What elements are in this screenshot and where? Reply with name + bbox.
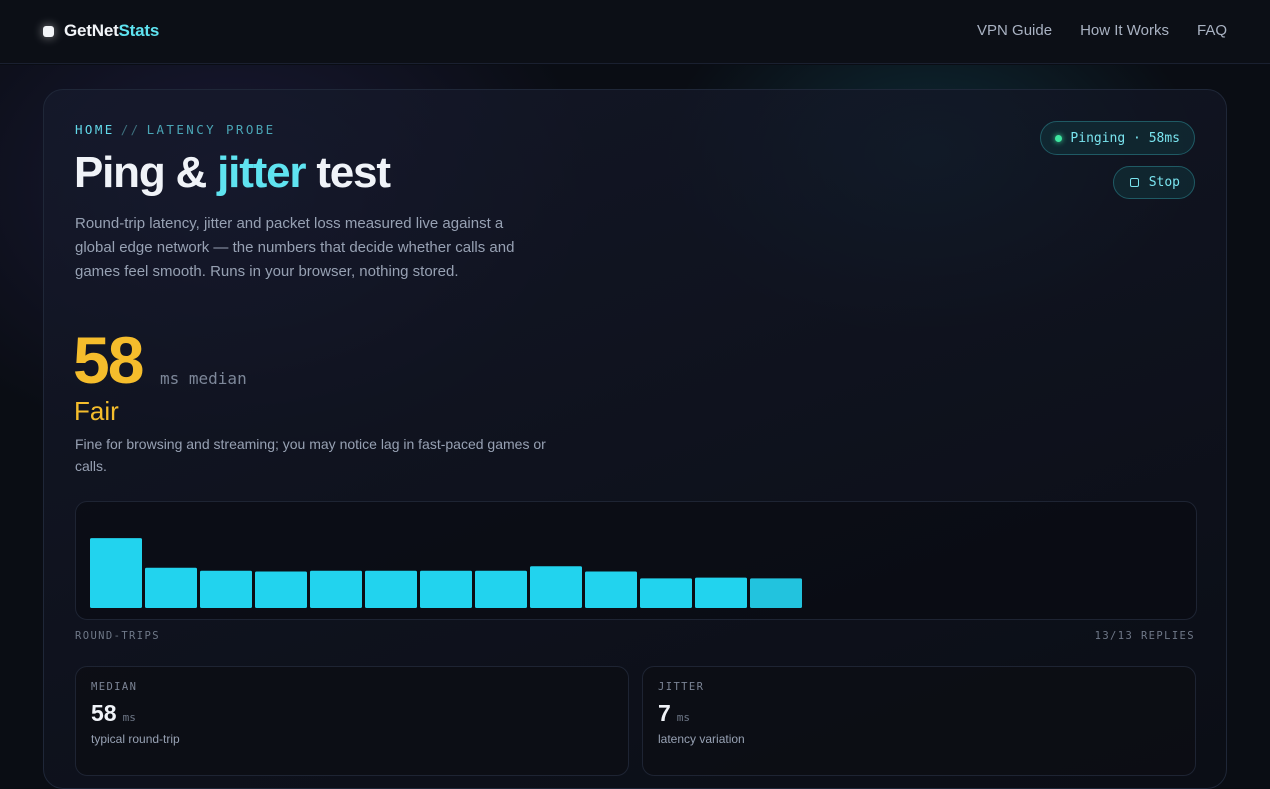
stat-value: 58 ms: [91, 700, 136, 727]
round-trip-bar: [310, 570, 362, 608]
brand-mark-icon: [43, 25, 54, 37]
page-title: Ping & jitter test: [74, 148, 391, 198]
nav-link-how-it-works[interactable]: How It Works: [1080, 22, 1169, 39]
round-trip-bar: [695, 577, 747, 608]
round-trip-bar: [90, 538, 142, 608]
round-trip-bar: [145, 567, 197, 608]
breadcrumb: HOME // LATENCY PROBE: [75, 122, 276, 137]
top-navigation-bar: GetNetStats VPN Guide How It Works FAQ: [0, 0, 1270, 64]
chart-caption-left: ROUND-TRIPS: [75, 630, 160, 642]
ping-status-badge: Pinging · 58ms: [1040, 121, 1195, 155]
round-trip-bar: [750, 578, 802, 608]
title-accent: jitter: [217, 148, 306, 197]
round-trip-bar: [420, 570, 472, 608]
title-part-2: test: [305, 148, 391, 197]
nav-link-faq[interactable]: FAQ: [1197, 22, 1227, 39]
stat-subtitle: typical round-trip: [91, 732, 180, 746]
main-nav: VPN Guide How It Works FAQ: [977, 22, 1227, 39]
stat-number: 7: [658, 700, 671, 726]
stop-square-icon: [1129, 178, 1139, 187]
breadcrumb-home[interactable]: HOME: [75, 122, 115, 137]
round-trip-bar: [255, 571, 307, 608]
round-trip-bar: [640, 578, 692, 608]
stat-label: JITTER: [658, 681, 705, 693]
stat-unit: ms: [676, 711, 691, 724]
round-trip-bar: [200, 570, 252, 608]
stop-button[interactable]: Stop: [1112, 166, 1195, 199]
nav-link-vpn-guide[interactable]: VPN Guide: [977, 22, 1052, 39]
ping-status-text: Pinging · 58ms: [1070, 130, 1180, 146]
live-dot-icon: [1055, 134, 1063, 142]
stop-button-label: Stop: [1148, 175, 1180, 190]
breadcrumb-current: LATENCY PROBE: [146, 122, 276, 137]
stat-subtitle: latency variation: [658, 732, 745, 746]
page-description: Round-trip latency, jitter and packet lo…: [75, 215, 515, 280]
round-trip-chart: [75, 501, 1197, 620]
round-trip-bars: [90, 538, 802, 608]
brand-name-part-2: Stats: [118, 21, 160, 40]
breadcrumb-separator: //: [120, 122, 141, 137]
stat-value: 7 ms: [658, 700, 690, 727]
median-latency-unit: ms median: [160, 369, 247, 388]
round-trip-bar: [585, 571, 637, 608]
round-trip-bar: [475, 570, 527, 608]
title-part-1: Ping &: [74, 148, 218, 197]
round-trip-bar: [530, 566, 582, 608]
stat-number: 58: [91, 700, 117, 726]
brand-name-part-1: GetNet: [64, 21, 119, 40]
median-latency-value: 58: [73, 323, 144, 397]
chart-caption-right: 13/13 REPLIES: [1094, 630, 1195, 642]
rating-description: Fine for browsing and streaming; you may…: [75, 436, 546, 474]
round-trip-bar: [365, 570, 417, 608]
stat-label: MEDIAN: [91, 681, 138, 693]
latency-test-card: HOME // LATENCY PROBE Ping & jitter test R…: [43, 89, 1227, 789]
stat-unit: ms: [122, 711, 136, 724]
brand-logo[interactable]: GetNetStats: [43, 21, 159, 41]
latency-rating: Fair: [74, 396, 119, 426]
